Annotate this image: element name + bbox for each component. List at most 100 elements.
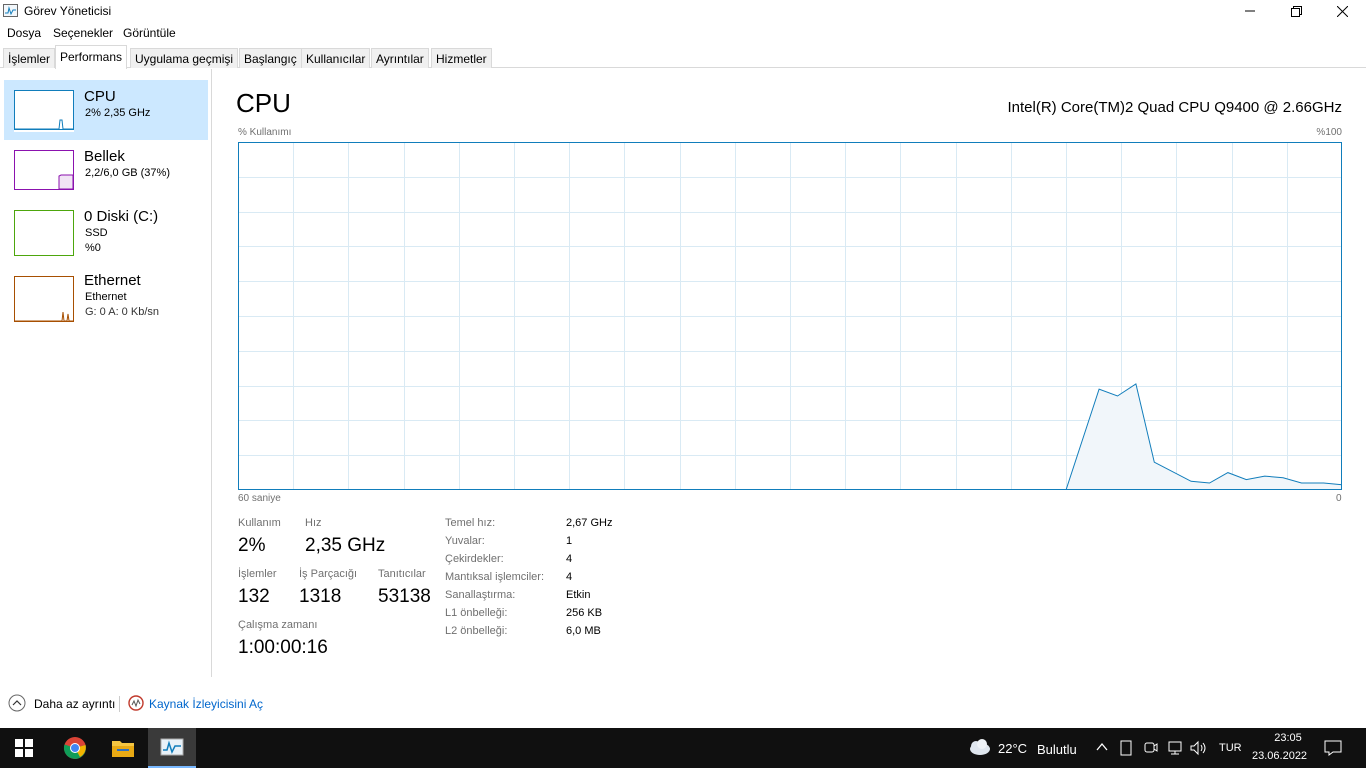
restore-icon	[1290, 5, 1302, 17]
task-manager-icon	[160, 738, 184, 756]
notifications-icon[interactable]	[1324, 739, 1342, 757]
clock-time[interactable]: 23:05	[1266, 732, 1310, 744]
disk-thumbnail-graph	[14, 210, 74, 256]
graph-y-label: % Kullanımı	[238, 127, 292, 138]
threads-label: İş Parçacığı	[299, 568, 358, 580]
weather-description[interactable]: Bulutlu	[1037, 742, 1077, 757]
sidebar-item-label: Ethernet	[84, 272, 141, 289]
sidebar-item-detail: Ethernet	[85, 291, 127, 303]
tab-services[interactable]: Hizmetler	[431, 48, 492, 68]
volume-icon[interactable]	[1190, 740, 1208, 756]
base-speed-value: 2,67 GHz	[566, 517, 613, 529]
minimize-icon	[1245, 10, 1255, 12]
cloud-icon	[970, 739, 990, 755]
menu-options[interactable]: Seçenekler	[53, 26, 113, 40]
sidebar-item-throughput: G: 0 A: 0 Kb/sn	[85, 306, 159, 318]
handles-value: 53138	[378, 586, 431, 607]
footer-bar: Daha az ayrıntı Kaynak İzleyicisini Aç	[0, 690, 1366, 718]
performance-sidebar: CPU 2% 2,35 GHz Bellek 2,2/6,0 GB (37%) …	[0, 69, 212, 677]
fewer-details-button[interactable]: Daha az ayrıntı	[34, 697, 115, 711]
taskbar-file-explorer[interactable]	[99, 728, 147, 768]
windows-logo-icon	[15, 739, 33, 757]
tab-bar: İşlemler Performans Uygulama geçmişi Baş…	[0, 44, 1366, 69]
menu-view[interactable]: Görüntüle	[123, 26, 176, 40]
tab-startup[interactable]: Başlangıç	[239, 48, 302, 68]
cores-label: Çekirdekler:	[445, 553, 504, 565]
virtualization-value: Etkin	[566, 589, 591, 601]
graph-y-max-label: %100	[1316, 127, 1342, 138]
taskbar-task-manager[interactable]	[148, 728, 196, 768]
sidebar-item-detail: SSD	[85, 227, 108, 239]
title-bar: Görev Yöneticisi	[0, 0, 1366, 22]
cores-value: 4	[566, 553, 573, 565]
start-button[interactable]	[0, 728, 48, 768]
close-button[interactable]	[1319, 0, 1365, 22]
graph-x-end-label: 0	[1336, 493, 1342, 504]
graph-x-start-label: 60 saniye	[238, 493, 281, 504]
l1-cache-label: L1 önbelleği:	[445, 607, 508, 619]
sidebar-item-label: CPU	[84, 88, 116, 105]
virtualization-label: Sanallaştırma:	[445, 589, 516, 601]
l2-cache-label: L2 önbelleği:	[445, 625, 508, 637]
menu-file[interactable]: Dosya	[7, 26, 41, 40]
logical-processors-value: 4	[566, 571, 573, 583]
ethernet-thumbnail-graph	[14, 276, 74, 322]
memory-thumbnail-graph	[14, 150, 74, 192]
sidebar-item-ethernet[interactable]: Ethernet Ethernet G: 0 A: 0 Kb/sn	[4, 266, 208, 326]
battery-icon[interactable]	[1120, 740, 1132, 756]
threads-value: 1318	[299, 586, 342, 607]
tab-users[interactable]: Kullanıcılar	[301, 48, 371, 68]
handles-label: Tanıtıcılar	[378, 568, 426, 580]
speed-label: Hız	[305, 517, 322, 529]
graph-grid	[238, 142, 1342, 490]
tab-details[interactable]: Ayrıntılar	[371, 48, 429, 68]
processes-value: 132	[238, 586, 270, 607]
l1-cache-value: 256 KB	[566, 607, 603, 619]
chevron-up-circle-icon[interactable]	[8, 694, 28, 714]
input-language[interactable]: TUR	[1219, 742, 1242, 754]
weather-temperature[interactable]: 22°C	[998, 741, 1027, 756]
usage-value: 2%	[238, 535, 266, 556]
resource-monitor-icon	[128, 695, 144, 711]
tab-processes[interactable]: İşlemler	[3, 48, 56, 68]
sidebar-item-disk[interactable]: 0 Diski (C:) SSD %0	[4, 200, 208, 260]
sidebar-item-label: 0 Diski (C:)	[84, 208, 159, 225]
taskbar-chrome[interactable]	[51, 728, 99, 768]
sidebar-item-detail: 2% 2,35 GHz	[85, 107, 151, 119]
taskbar: 22°C Bulutlu TUR 23:05 23.06.2022	[0, 728, 1366, 768]
l2-cache-value: 6,0 MB	[566, 625, 601, 637]
sockets-label: Yuvalar:	[445, 535, 485, 547]
restore-button[interactable]	[1273, 0, 1319, 22]
sidebar-item-memory[interactable]: Bellek 2,2/6,0 GB (37%)	[4, 140, 208, 200]
clock-date[interactable]: 23.06.2022	[1252, 750, 1307, 762]
menu-bar: Dosya Seçenekler Görüntüle	[0, 23, 1366, 43]
logical-processors-label: Mantıksal işlemciler:	[445, 571, 545, 583]
base-speed-label: Temel hız:	[445, 517, 496, 529]
close-icon	[1336, 5, 1348, 17]
usage-label: Kullanım	[238, 517, 281, 529]
sidebar-item-usage: %0	[85, 242, 101, 254]
minimize-button[interactable]	[1227, 0, 1273, 22]
open-resource-monitor-link[interactable]: Kaynak İzleyicisini Aç	[149, 697, 263, 711]
page-title: CPU	[236, 88, 291, 118]
chevron-up-icon[interactable]	[1096, 742, 1108, 752]
uptime-value: 1:00:00:16	[238, 637, 328, 658]
cpu-thumbnail-graph	[14, 90, 74, 132]
tab-app-history[interactable]: Uygulama geçmişi	[130, 48, 239, 68]
footer-divider	[119, 696, 120, 712]
sockets-value: 1	[566, 535, 573, 547]
uptime-label: Çalışma zamanı	[238, 619, 318, 631]
sidebar-item-label: Bellek	[84, 148, 125, 165]
tab-performance[interactable]: Performans	[55, 45, 128, 69]
processes-label: İşlemler	[238, 568, 277, 580]
meet-now-icon[interactable]	[1144, 740, 1158, 756]
network-icon[interactable]	[1167, 740, 1183, 756]
task-manager-icon	[3, 4, 18, 17]
window-title: Görev Yöneticisi	[24, 4, 112, 18]
folder-icon	[112, 741, 134, 757]
chrome-icon	[63, 737, 86, 759]
sidebar-item-detail: 2,2/6,0 GB (37%)	[85, 167, 170, 179]
cpu-model-name: Intel(R) Core(TM)2 Quad CPU Q9400 @ 2.66…	[1007, 99, 1342, 116]
speed-value: 2,35 GHz	[305, 535, 386, 556]
sidebar-item-cpu[interactable]: CPU 2% 2,35 GHz	[4, 80, 208, 140]
